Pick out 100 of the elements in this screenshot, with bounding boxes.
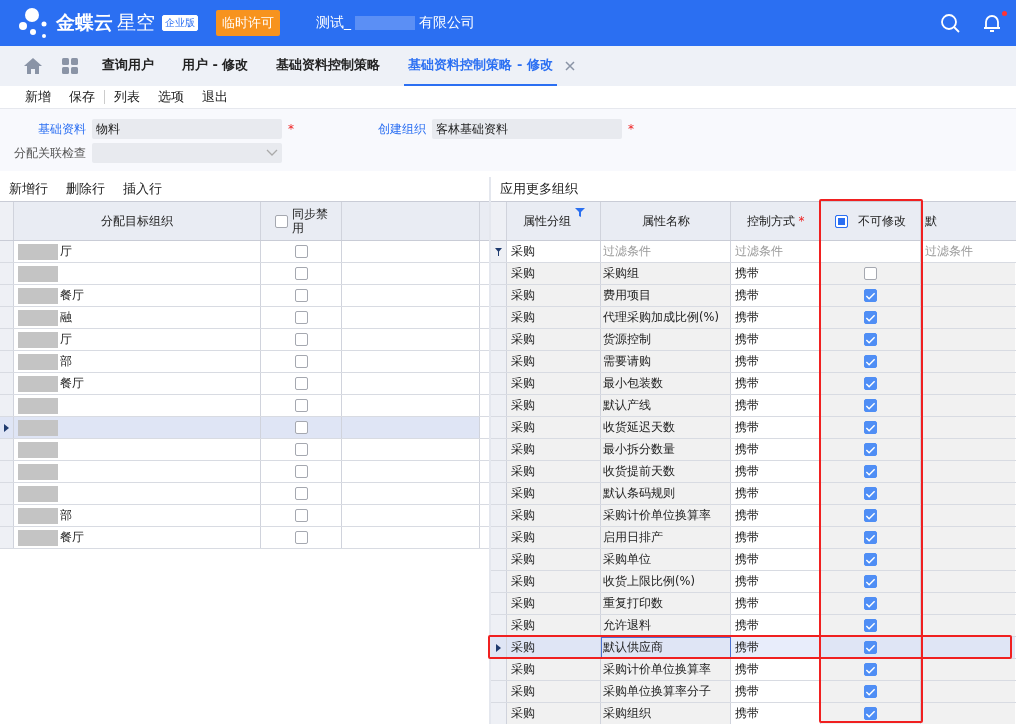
checkbox[interactable] [294,311,308,324]
checkbox[interactable] [864,663,878,676]
checkbox[interactable] [864,355,878,368]
checkbox[interactable] [864,575,878,588]
checkbox[interactable] [864,619,878,632]
checkbox[interactable] [864,531,878,544]
field-label-link[interactable]: 创建组织 [308,120,426,138]
toolbar-button[interactable]: 选项 [149,88,193,106]
checkbox[interactable] [864,377,878,390]
required-mark: * [288,122,294,136]
table-cell: 厅 [60,243,72,260]
checkbox[interactable] [274,214,288,228]
checkbox[interactable] [294,355,308,368]
product-name: 星空 [117,10,155,35]
table-cell: 采购 [507,439,602,460]
redacted-block [18,287,58,304]
checkbox[interactable] [294,289,308,302]
tab[interactable]: 基础资料控制策略 [272,46,385,86]
search-icon[interactable] [940,13,960,33]
bell-icon[interactable] [982,13,1002,33]
table-cell: 最小拆分数量 [601,439,732,460]
redacted-block [18,507,58,524]
table-cell: 最小包装数 [601,373,732,394]
current-row-icon [4,423,9,432]
redacted-block [18,419,58,436]
brand-name: 金蝶云 [56,10,113,35]
row-header[interactable] [491,637,508,658]
row-header[interactable] [491,615,508,636]
checkbox[interactable] [864,443,878,456]
redacted-block [18,243,58,260]
table-cell: 重复打印数 [601,593,732,614]
grid-action-button[interactable]: 插入行 [114,180,171,198]
table-cell: 货源控制 [601,329,732,350]
checkbox[interactable] [294,465,308,478]
check-dropdown[interactable] [92,143,282,163]
table-cell: 采购 [507,615,602,636]
grid-action-button[interactable]: 新增行 [0,180,57,198]
checkbox[interactable] [864,487,878,500]
checkbox[interactable] [294,377,308,390]
table-cell: 采购 [507,395,602,416]
checkbox[interactable] [835,214,849,228]
checkbox[interactable] [864,421,878,434]
grid-action-button[interactable]: 删除行 [57,180,114,198]
toolbar-button[interactable]: 新增 [16,88,60,106]
redacted-block [18,331,58,348]
checkbox[interactable] [294,245,308,258]
checkbox[interactable] [864,641,878,654]
tab[interactable]: 用户 - 修改 [178,46,253,86]
column-header: 控制方式 [746,212,795,230]
checkbox[interactable] [294,333,308,346]
redacted-block [18,353,58,370]
table-cell: 默认产线 [601,395,732,416]
redacted-block [18,441,58,458]
edition-badge: 企业版 [162,15,198,31]
checkbox[interactable] [864,685,878,698]
checkbox[interactable] [864,465,878,478]
table-cell: 采购 [507,659,602,680]
checkbox[interactable] [294,443,308,456]
toolbar-button[interactable]: 退出 [193,88,237,106]
checkbox[interactable] [864,597,878,610]
table-cell: 费用项目 [601,285,732,306]
tab[interactable]: 查询用户 [98,46,158,86]
toolbar-button[interactable]: 保存 [60,88,104,106]
tab[interactable]: 基础资料控制策略 - 修改 [404,46,557,86]
row-header[interactable] [0,417,14,438]
table-cell: 默认供应商 [601,637,732,658]
company-name-prefix: 测试_ [316,14,351,32]
checkbox[interactable] [864,333,878,346]
filter-icon[interactable] [574,208,585,217]
current-row-icon [496,643,502,652]
table-cell: 采购 [507,505,602,526]
field-label-link[interactable]: 基础资料 [0,120,86,138]
create-org-field[interactable]: 客林基础资料 [432,119,622,139]
table-cell: 允许退料 [601,615,732,636]
table-cell: 收货延迟天数 [601,417,732,438]
checkbox[interactable] [294,421,308,434]
table-cell: 融 [60,309,72,326]
checkbox[interactable] [864,289,878,302]
checkbox[interactable] [864,509,878,522]
base-data-field[interactable]: 物料 [92,119,282,139]
table-cell: 默认条码规则 [601,483,732,504]
table-cell: 采购 [507,483,602,504]
table-cell: 部 [60,507,72,524]
grid-icon[interactable] [62,58,78,74]
checkbox[interactable] [864,399,878,412]
checkbox[interactable] [294,399,308,412]
checkbox[interactable] [864,311,878,324]
apply-more-orgs-button[interactable]: 应用更多组织 [491,180,588,198]
close-icon[interactable] [564,61,575,71]
checkbox[interactable] [294,487,308,500]
checkbox[interactable] [864,707,878,720]
table-cell: 启用日排产 [601,527,732,548]
checkbox[interactable] [864,553,878,566]
checkbox[interactable] [294,531,308,544]
checkbox[interactable] [294,267,308,280]
home-icon[interactable] [24,58,42,74]
checkbox[interactable] [294,509,308,522]
table-cell: 采购 [507,373,602,394]
toolbar-button[interactable]: 列表 [105,88,149,106]
checkbox[interactable] [864,267,878,280]
